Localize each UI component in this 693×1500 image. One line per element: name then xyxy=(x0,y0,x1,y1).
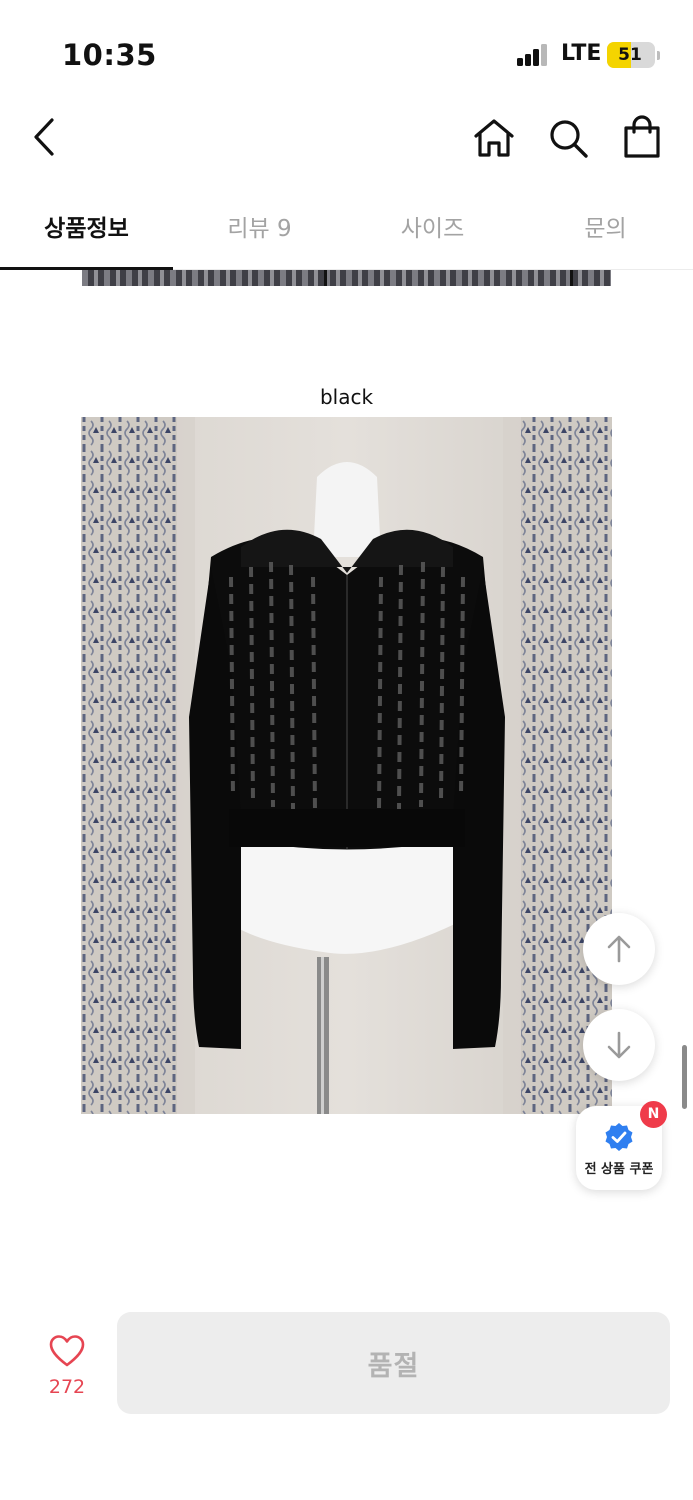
battery-icon: 51 xyxy=(607,42,655,68)
scroll-to-top-button[interactable] xyxy=(583,913,655,985)
tab-size[interactable]: 사이즈 xyxy=(346,190,519,270)
scroll-to-bottom-button[interactable] xyxy=(583,1009,655,1081)
arrow-up-icon xyxy=(607,935,631,963)
signal-strength-icon xyxy=(517,44,549,66)
home-icon xyxy=(474,119,514,157)
status-bar: 10:35 LTE 51 xyxy=(0,0,693,100)
scrollbar[interactable] xyxy=(682,1045,687,1109)
home-button[interactable] xyxy=(468,114,520,162)
search-button[interactable] xyxy=(542,114,594,162)
heart-icon xyxy=(49,1335,85,1367)
back-button[interactable] xyxy=(22,114,68,160)
battery-percent: 51 xyxy=(618,45,642,65)
battery-cap xyxy=(657,51,660,60)
color-caption: black xyxy=(319,385,374,409)
like-count: 272 xyxy=(48,1376,86,1398)
chevron-left-icon xyxy=(34,118,54,156)
tab-product-info[interactable]: 상품정보 xyxy=(0,190,173,270)
product-photo-illustration xyxy=(81,417,612,1114)
search-icon xyxy=(550,120,588,158)
verified-badge-icon xyxy=(605,1123,633,1151)
cart-button[interactable] xyxy=(616,112,668,162)
sold-out-button[interactable]: 품절 xyxy=(117,1312,670,1414)
coupon-label: 전 상품 쿠폰 xyxy=(584,1162,654,1177)
top-nav xyxy=(0,100,693,180)
product-photo xyxy=(81,417,612,1114)
like-button[interactable]: 272 xyxy=(22,1334,112,1400)
tab-inquiry[interactable]: 문의 xyxy=(519,190,692,270)
bottom-action-bar: 272 품절 xyxy=(0,1290,693,1500)
shopping-bag-icon xyxy=(624,115,660,158)
arrow-down-icon xyxy=(607,1031,631,1059)
detail-tabs: 상품정보 리뷰 9 사이즈 문의 xyxy=(0,190,693,270)
network-type: LTE xyxy=(561,41,602,66)
status-time: 10:35 xyxy=(62,38,157,72)
tab-reviews[interactable]: 리뷰 9 xyxy=(173,190,346,270)
new-badge: N xyxy=(640,1101,667,1128)
previous-product-image xyxy=(82,270,611,286)
